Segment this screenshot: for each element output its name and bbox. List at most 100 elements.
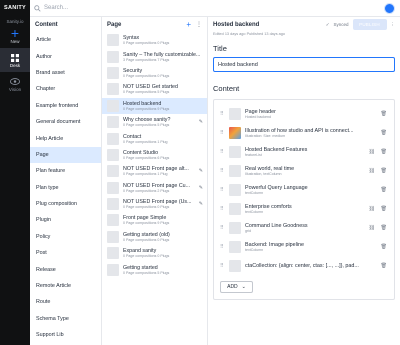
document-item[interactable]: NOT USED Front page (Us... 0 Page composi… xyxy=(102,196,207,212)
content-block[interactable]: ⠿ Powerful Query Language textColumn 🗑 xyxy=(220,180,389,199)
add-button[interactable]: ADD ⌄ xyxy=(220,281,253,293)
drag-handle-icon[interactable]: ⠿ xyxy=(220,187,225,193)
link-icon[interactable]: ⛓ xyxy=(369,225,375,231)
type-item[interactable]: Plug composition xyxy=(30,196,101,212)
document-item[interactable]: NOT USED Get started 0 Page compositions … xyxy=(102,81,207,97)
document-text: Syntax 0 Page compositions 0 Plugs xyxy=(123,35,201,45)
document-subtitle: 0 Page compositions 0 Plugs xyxy=(123,254,170,259)
document-text: Getting started (old) 0 Page compositions… xyxy=(123,232,201,242)
type-item[interactable]: Plan feature xyxy=(30,163,101,179)
content-array: ⠿ Page header Hosted backend 🗑 ⠿ Illustration… xyxy=(213,99,395,300)
block-subtitle: grid xyxy=(245,228,251,233)
trash-icon[interactable]: 🗑 xyxy=(381,187,387,193)
block-subtitle: textColumn xyxy=(245,209,264,214)
type-item[interactable]: Route xyxy=(30,294,101,310)
drag-handle-icon[interactable]: ⠿ xyxy=(220,225,225,231)
document-item[interactable]: Getting started 0 Page compositions 5 Plu… xyxy=(102,261,207,277)
title-input[interactable]: Hosted backend xyxy=(213,57,395,72)
document-text: Security 0 Page compositions 0 Plugs xyxy=(123,68,201,78)
search-placeholder[interactable]: Search... xyxy=(44,5,68,11)
trash-icon[interactable]: 🗑 xyxy=(381,130,387,136)
eye-icon xyxy=(10,76,21,87)
type-item[interactable]: General document xyxy=(30,114,101,130)
type-item[interactable]: Brand asset xyxy=(30,65,101,81)
link-icon[interactable]: ⛓ xyxy=(369,149,375,155)
drag-handle-icon[interactable]: ⠿ xyxy=(220,244,225,250)
block-thumbnail xyxy=(229,202,241,215)
rail-tool-new[interactable]: + New xyxy=(0,24,30,48)
trash-icon[interactable]: 🗑 xyxy=(381,168,387,174)
trash-icon[interactable]: 🗑 xyxy=(381,263,387,269)
link-icon[interactable]: ⛓ xyxy=(369,168,375,174)
document-item[interactable]: Security 0 Page compositions 0 Plugs xyxy=(102,65,207,81)
create-document-icon[interactable]: + xyxy=(186,20,191,29)
more-icon[interactable]: ⋮ xyxy=(391,22,396,28)
document-thumbnail xyxy=(107,214,119,227)
document-item[interactable]: Sanity – The fully customizable... 3 Page… xyxy=(102,48,207,64)
trash-icon[interactable]: 🗑 xyxy=(381,225,387,231)
type-item[interactable]: Page xyxy=(30,146,101,164)
avatar[interactable] xyxy=(384,3,395,14)
trash-icon[interactable]: 🗑 xyxy=(381,244,387,250)
content-block[interactable]: ⠿ ctaCollection: {align: center, ctas: [.… xyxy=(220,256,389,275)
type-item[interactable]: Policy xyxy=(30,229,101,245)
link-icon[interactable]: ⛓ xyxy=(369,206,375,212)
type-item[interactable]: Release xyxy=(30,261,101,277)
document-item[interactable]: Expand sanity 0 Page compositions 0 Plugs xyxy=(102,245,207,261)
drag-handle-icon[interactable]: ⠿ xyxy=(220,130,225,136)
type-item[interactable]: Chapter xyxy=(30,81,101,97)
type-item[interactable]: Plugin xyxy=(30,212,101,228)
content-label: Content xyxy=(213,84,240,93)
type-item[interactable]: Post xyxy=(30,245,101,261)
trash-icon[interactable]: 🗑 xyxy=(381,206,387,212)
content-block[interactable]: ⠿ Illustration of how studio and API is c… xyxy=(220,123,389,142)
rail-tool-vision[interactable]: Vision xyxy=(0,72,30,96)
rail-tool-desk[interactable]: Desk xyxy=(0,48,30,72)
type-item[interactable]: Article xyxy=(30,32,101,48)
type-item[interactable]: Plan type xyxy=(30,180,101,196)
content-block[interactable]: ⠿ Backend: Image pipeline textColumn 🗑 xyxy=(220,237,389,256)
document-item[interactable]: Getting started (old) 0 Page compositions… xyxy=(102,229,207,245)
document-text: Hosted backend 0 Page compositions 9 Plug… xyxy=(123,101,201,111)
document-item[interactable]: Syntax 0 Page compositions 0 Plugs xyxy=(102,32,207,48)
document-text: Content Studio 0 Page compositions 6 Plug… xyxy=(123,150,201,160)
type-item[interactable]: Remote Article xyxy=(30,278,101,294)
document-item[interactable]: NOT USED Front page Cu... 0 Page composit… xyxy=(102,180,207,196)
block-list: ⠿ Page header Hosted backend 🗑 ⠿ Illustration… xyxy=(220,104,389,275)
document-item[interactable]: Front page Simple 0 Page compositions 9 P… xyxy=(102,212,207,228)
document-list: Syntax 0 Page compositions 0 Plugs Sanity … xyxy=(102,32,207,278)
content-block[interactable]: ⠿ Page header Hosted backend 🗑 xyxy=(220,104,389,123)
rail-tool-label: New xyxy=(10,39,20,44)
document-thumbnail xyxy=(107,34,119,47)
brand-logo[interactable]: SANITY xyxy=(0,0,30,17)
document-item[interactable]: Hosted backend 0 Page compositions 9 Plug… xyxy=(102,97,207,114)
type-item[interactable]: Schema Type xyxy=(30,311,101,327)
content-block[interactable]: ⠿ Real world, real time Illustration, text… xyxy=(220,161,389,180)
block-title: ctaCollection: {align: center, ctas: [..… xyxy=(245,262,359,269)
publish-button[interactable]: PUBLISH xyxy=(352,19,387,30)
content-block[interactable]: ⠿ Enterprise comforts textColumn ⛓ 🗑 xyxy=(220,199,389,218)
more-icon[interactable]: ⋮ xyxy=(196,21,202,28)
type-item[interactable]: Author xyxy=(30,48,101,64)
block-subtitle: textColumn xyxy=(245,190,264,195)
type-item[interactable]: Help Article xyxy=(30,130,101,146)
document-item[interactable]: Content Studio 0 Page compositions 6 Plug… xyxy=(102,147,207,163)
drag-handle-icon[interactable]: ⠿ xyxy=(220,111,225,117)
trash-icon[interactable]: 🗑 xyxy=(381,111,387,117)
drag-handle-icon[interactable]: ⠿ xyxy=(220,149,225,155)
desk-icon xyxy=(10,52,21,63)
type-item[interactable]: Support Lib xyxy=(30,327,101,343)
drag-handle-icon[interactable]: ⠿ xyxy=(220,263,225,269)
drag-handle-icon[interactable]: ⠿ xyxy=(220,206,225,212)
pencil-icon: ✎ xyxy=(198,184,203,191)
drag-handle-icon[interactable]: ⠿ xyxy=(220,168,225,174)
content-block[interactable]: ⠿ Hosted Backend Features featureList ⛓ 🗑 xyxy=(220,142,389,161)
trash-icon[interactable]: 🗑 xyxy=(381,149,387,155)
document-item[interactable]: Contact 0 Page compositions 1 Plug xyxy=(102,130,207,146)
document-item[interactable]: Why choose sanity? 0 Page compositions 5 … xyxy=(102,114,207,130)
document-item[interactable]: NOT USED Front page alt... 0 Page composi… xyxy=(102,163,207,179)
content-block[interactable]: ⠿ Command Line Goodness grid ⛓ 🗑 xyxy=(220,218,389,237)
type-item[interactable]: Example frontend xyxy=(30,98,101,114)
search-field[interactable]: Search... xyxy=(34,4,68,12)
document-thumbnail xyxy=(107,83,119,96)
